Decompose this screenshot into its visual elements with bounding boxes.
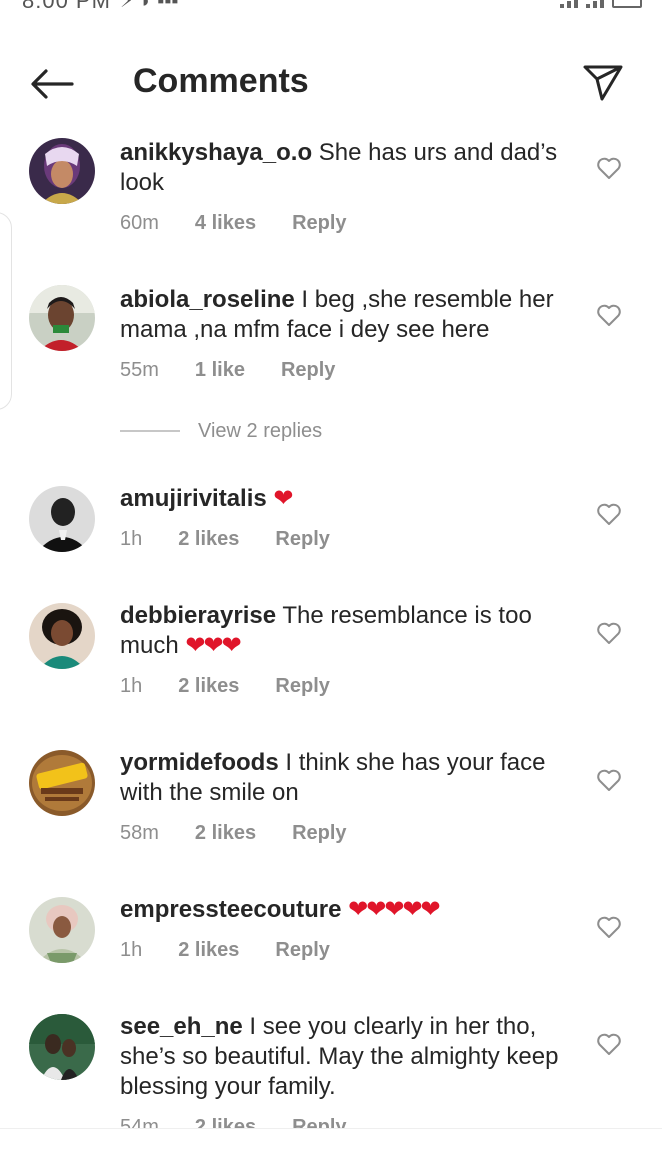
- comment-time: 60m: [120, 211, 159, 234]
- header: Comments: [0, 50, 662, 116]
- heart-outline-icon[interactable]: [596, 621, 622, 645]
- comment-text: anikkyshaya_o.o She has urs and dad’s lo…: [120, 138, 580, 198]
- heart-outline-icon[interactable]: [596, 502, 622, 526]
- comment-meta: 1h 2 likes Reply: [120, 935, 580, 965]
- comment-likes[interactable]: 1 like: [195, 359, 245, 382]
- comment-likes[interactable]: 2 likes: [178, 675, 239, 698]
- comment-username[interactable]: abiola_roseline: [120, 286, 295, 313]
- comment-time: 1h: [120, 938, 143, 961]
- notification-icons: ⚡ ◗ ▪▪▪: [120, 0, 179, 12]
- status-time: 8:00 PM: [22, 0, 111, 13]
- avatar[interactable]: [29, 486, 95, 552]
- reply-button[interactable]: Reply: [275, 939, 329, 962]
- comment-username[interactable]: debbierayrise: [120, 602, 276, 629]
- signal-icon-2: [586, 0, 604, 8]
- avatar[interactable]: [29, 603, 95, 669]
- heart-outline-icon[interactable]: [596, 1032, 622, 1056]
- comment-input-bar-edge: [0, 1128, 662, 1151]
- comment-text: abiola_roseline I beg ,she resemble her …: [120, 285, 580, 345]
- view-replies-button[interactable]: View 2 replies: [120, 418, 322, 444]
- back-button[interactable]: [28, 64, 76, 104]
- reply-button[interactable]: Reply: [275, 675, 329, 698]
- comment-text: see_eh_ne I see you clearly in her tho, …: [120, 1012, 580, 1102]
- share-button[interactable]: [580, 62, 626, 104]
- heart-emoji: ❤❤❤❤❤: [348, 896, 441, 923]
- comment-username[interactable]: empressteecouture: [120, 896, 341, 923]
- battery-icon: [612, 0, 642, 8]
- reply-button[interactable]: Reply: [275, 528, 329, 551]
- comment-time: 58m: [120, 821, 159, 844]
- reply-button[interactable]: Reply: [281, 359, 335, 382]
- comment-text: amujirivitalis ❤: [120, 484, 580, 514]
- comment-likes[interactable]: 4 likes: [195, 212, 256, 235]
- comment-time: 55m: [120, 358, 159, 381]
- comment-text: yormidefoods I think she has your face w…: [120, 748, 580, 808]
- comment-meta: 58m 2 likes Reply: [120, 818, 580, 848]
- avatar[interactable]: [29, 285, 95, 351]
- signal-icon: [560, 0, 578, 8]
- comment-likes[interactable]: 2 likes: [178, 939, 239, 962]
- avatar[interactable]: [29, 138, 95, 204]
- heart-outline-icon[interactable]: [596, 303, 622, 327]
- side-drawer-handle[interactable]: [0, 212, 12, 410]
- comment-meta: 1h 2 likes Reply: [120, 524, 580, 554]
- heart-emoji: ❤: [273, 485, 293, 512]
- status-bar: 8:00 PM ⚡ ◗ ▪▪▪: [0, 0, 662, 14]
- avatar[interactable]: [29, 1014, 95, 1080]
- replies-divider: [120, 430, 180, 432]
- comment-meta: 60m 4 likes Reply: [120, 208, 580, 238]
- comment-text: debbierayrise The resemblance is too muc…: [120, 601, 580, 661]
- reply-button[interactable]: Reply: [292, 212, 346, 235]
- status-right: [560, 0, 642, 8]
- comment-username[interactable]: yormidefoods: [120, 749, 279, 776]
- reply-button[interactable]: Reply: [292, 822, 346, 845]
- comment-time: 1h: [120, 674, 143, 697]
- comment-username[interactable]: anikkyshaya_o.o: [120, 139, 312, 166]
- comment-meta: 1h 2 likes Reply: [120, 671, 580, 701]
- comment-username[interactable]: see_eh_ne: [120, 1013, 243, 1040]
- avatar[interactable]: [29, 897, 95, 963]
- comment-text: empressteecouture ❤❤❤❤❤: [120, 895, 580, 925]
- comment-time: 1h: [120, 527, 143, 550]
- heart-outline-icon[interactable]: [596, 768, 622, 792]
- comment-likes[interactable]: 2 likes: [195, 822, 256, 845]
- paper-plane-icon: [583, 65, 623, 101]
- comment-meta: 55m 1 like Reply: [120, 355, 580, 385]
- comment-username[interactable]: amujirivitalis: [120, 485, 267, 512]
- comment-likes[interactable]: 2 likes: [178, 528, 239, 551]
- view-replies-label: View 2 replies: [198, 419, 323, 442]
- page-title: Comments: [133, 62, 309, 100]
- arrow-left-icon: [31, 69, 74, 99]
- heart-emoji: ❤❤❤: [185, 632, 241, 659]
- heart-outline-icon[interactable]: [596, 156, 622, 180]
- heart-outline-icon[interactable]: [596, 915, 622, 939]
- avatar[interactable]: [29, 750, 95, 816]
